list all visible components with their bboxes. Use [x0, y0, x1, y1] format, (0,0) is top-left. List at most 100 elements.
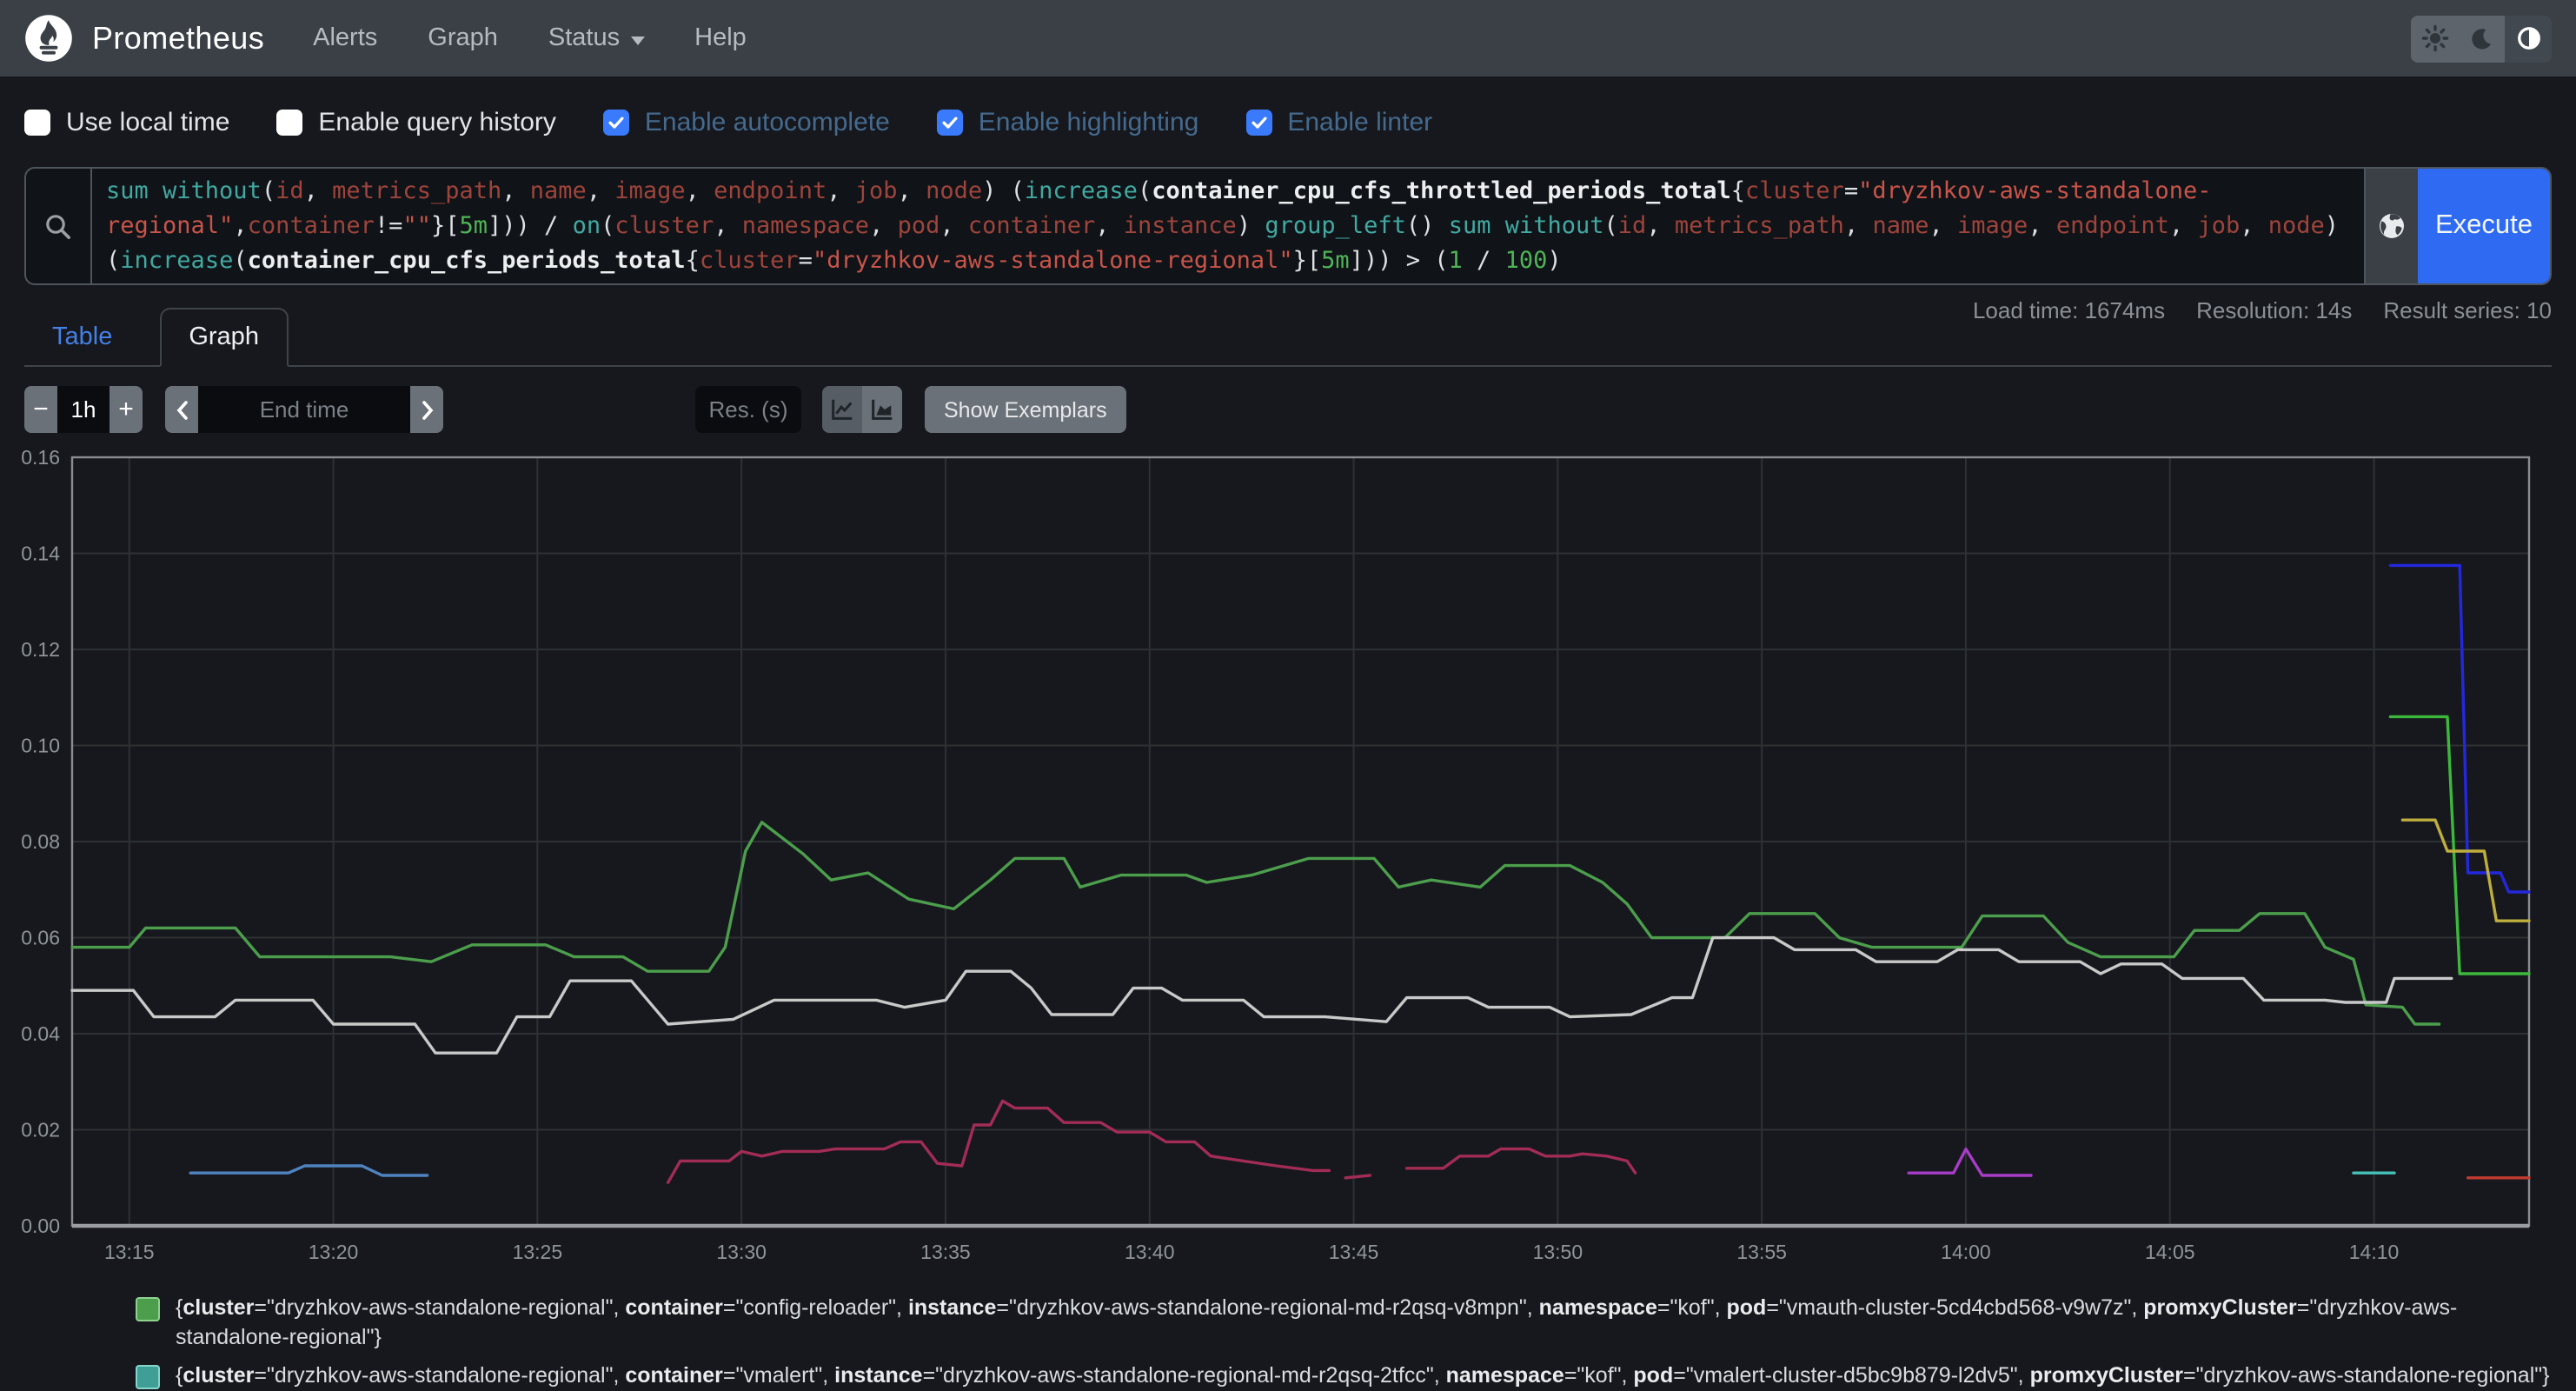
option-label: Use local time: [66, 107, 229, 136]
svg-text:0.14: 0.14: [21, 542, 60, 565]
series-line[interactable]: [668, 1101, 1330, 1182]
tab-table[interactable]: Table: [24, 309, 140, 365]
time-back-button[interactable]: [165, 386, 198, 433]
range-stepper: − 1h +: [24, 386, 143, 433]
brand-title: Prometheus: [92, 20, 264, 57]
option-label: Enable autocomplete: [645, 107, 890, 136]
checkbox-unchecked-icon[interactable]: [276, 109, 302, 135]
svg-text:13:15: 13:15: [104, 1241, 155, 1263]
brand[interactable]: Prometheus: [24, 14, 264, 63]
checkbox-unchecked-icon[interactable]: [24, 109, 50, 135]
dark-theme-button[interactable]: [2458, 15, 2505, 62]
option-enable-autocomplete[interactable]: Enable autocomplete: [603, 107, 890, 136]
range-input[interactable]: 1h: [57, 386, 110, 433]
checkbox-checked-icon[interactable]: [937, 109, 963, 135]
svg-text:13:45: 13:45: [1329, 1241, 1379, 1263]
range-decrease-button[interactable]: −: [24, 386, 57, 433]
series-color-swatch: [136, 1365, 160, 1389]
series-line[interactable]: [1407, 1149, 1636, 1174]
nav-link-help[interactable]: Help: [694, 24, 747, 52]
chevron-down-icon: [630, 36, 644, 44]
range-increase-button[interactable]: +: [110, 386, 143, 433]
option-label: Enable linter: [1287, 107, 1432, 136]
option-enable-highlighting[interactable]: Enable highlighting: [937, 107, 1199, 136]
time-forward-button[interactable]: [410, 386, 443, 433]
svg-text:14:10: 14:10: [2349, 1241, 2400, 1263]
chevron-left-icon: [171, 397, 192, 422]
svg-text:14:00: 14:00: [1941, 1241, 1991, 1263]
nav-link-label: Graph: [428, 24, 498, 52]
svg-text:0.12: 0.12: [21, 638, 60, 661]
options-row: Use local time Enable query history Enable…: [24, 101, 2552, 143]
stacked-chart-button[interactable]: [862, 386, 902, 433]
area-chart-icon: [869, 396, 895, 423]
result-series-stat: Result series: 10: [2383, 297, 2552, 325]
svg-text:0.10: 0.10: [21, 735, 60, 757]
prometheus-app: Prometheus Alerts Graph Status Help Use loc…: [0, 0, 2576, 1358]
globe-icon: [2376, 210, 2407, 242]
series-line[interactable]: [1909, 1149, 2031, 1175]
query-line: regional",container!=""}[5m])) / on(clus…: [106, 209, 2350, 243]
show-exemplars-button[interactable]: Show Exemplars: [925, 386, 1126, 433]
svg-text:0.06: 0.06: [21, 927, 60, 949]
theme-toggle-group: [2411, 15, 2552, 62]
svg-text:13:20: 13:20: [309, 1241, 359, 1263]
series-labels: {cluster="dryzhkov-aws-standalone-region…: [176, 1361, 2552, 1391]
svg-text:14:05: 14:05: [2145, 1241, 2195, 1263]
legend-item[interactable]: {cluster="dryzhkov-aws-standalone-region…: [136, 1361, 2552, 1391]
light-theme-button[interactable]: [2411, 15, 2458, 62]
resolution-input[interactable]: Res. (s): [695, 386, 801, 433]
end-time-stepper: End time: [165, 386, 443, 433]
nav-link-label: Status: [548, 24, 620, 52]
nav-link-status[interactable]: Status: [548, 24, 644, 52]
line-chart-button[interactable]: [822, 386, 862, 433]
prometheus-logo-icon: [24, 14, 73, 63]
svg-text:13:35: 13:35: [920, 1241, 971, 1263]
svg-text:13:55: 13:55: [1736, 1241, 1787, 1263]
svg-text:0.00: 0.00: [21, 1215, 60, 1237]
svg-text:13:40: 13:40: [1125, 1241, 1175, 1263]
series-line[interactable]: [72, 822, 2440, 1024]
svg-text:0.16: 0.16: [21, 446, 60, 469]
auto-theme-button[interactable]: [2505, 15, 2552, 62]
svg-text:0.08: 0.08: [21, 830, 60, 853]
svg-text:13:25: 13:25: [513, 1241, 563, 1263]
option-enable-query-history[interactable]: Enable query history: [276, 107, 556, 136]
series-color-swatch: [136, 1297, 160, 1321]
metrics-explorer-button[interactable]: [2364, 169, 2418, 283]
nav-link-graph[interactable]: Graph: [428, 24, 498, 52]
line-chart-icon: [829, 396, 855, 423]
execute-button[interactable]: Execute: [2418, 169, 2550, 283]
query-input[interactable]: sum without(id, metrics_path, name, imag…: [92, 169, 2364, 283]
panel-tabs: Table Graph: [24, 308, 2552, 367]
graph-canvas[interactable]: 0.00 0.02 0.04 0.06 0.08 0.10 0.12 0.14 0.16 13:1…: [0, 440, 2576, 1275]
checkbox-checked-icon[interactable]: [603, 109, 629, 135]
svg-text:0.02: 0.02: [21, 1119, 60, 1141]
nav-link-label: Alerts: [313, 24, 377, 52]
nav-link-alerts[interactable]: Alerts: [313, 24, 377, 52]
load-time-stat: Load time: 1674ms: [1973, 297, 2165, 325]
series-line[interactable]: [1345, 1175, 1370, 1178]
option-enable-linter[interactable]: Enable linter: [1245, 107, 1432, 136]
nav-link-label: Help: [694, 24, 747, 52]
tab-graph[interactable]: Graph: [159, 308, 289, 367]
option-label: Enable query history: [318, 107, 556, 136]
legend-item[interactable]: {cluster="dryzhkov-aws-standalone-region…: [136, 1294, 2552, 1353]
svg-text:13:50: 13:50: [1533, 1241, 1583, 1263]
graph-controls: − 1h + End time Res. (s): [24, 386, 2552, 433]
query-line: sum without(id, metrics_path, name, imag…: [106, 174, 2350, 209]
checkbox-checked-icon[interactable]: [1245, 109, 1271, 135]
series-legend: {cluster="dryzhkov-aws-standalone-region…: [24, 1294, 2552, 1391]
graph-panel: Use local time Enable query history Enable…: [0, 77, 2576, 1391]
svg-text:0.04: 0.04: [21, 1022, 60, 1045]
end-time-input[interactable]: End time: [198, 386, 410, 433]
query-line: (increase(container_cpu_cfs_periods_tota…: [106, 243, 2350, 278]
series-line[interactable]: [2390, 565, 2529, 892]
chart-type-toggle: [822, 386, 902, 433]
navbar: Prometheus Alerts Graph Status Help: [0, 0, 2576, 77]
nav-links: Alerts Graph Status Help: [313, 24, 797, 52]
option-label: Enable highlighting: [979, 107, 1199, 136]
option-use-local-time[interactable]: Use local time: [24, 107, 229, 136]
series-line[interactable]: [2390, 716, 2529, 974]
series-line[interactable]: [190, 1166, 427, 1175]
